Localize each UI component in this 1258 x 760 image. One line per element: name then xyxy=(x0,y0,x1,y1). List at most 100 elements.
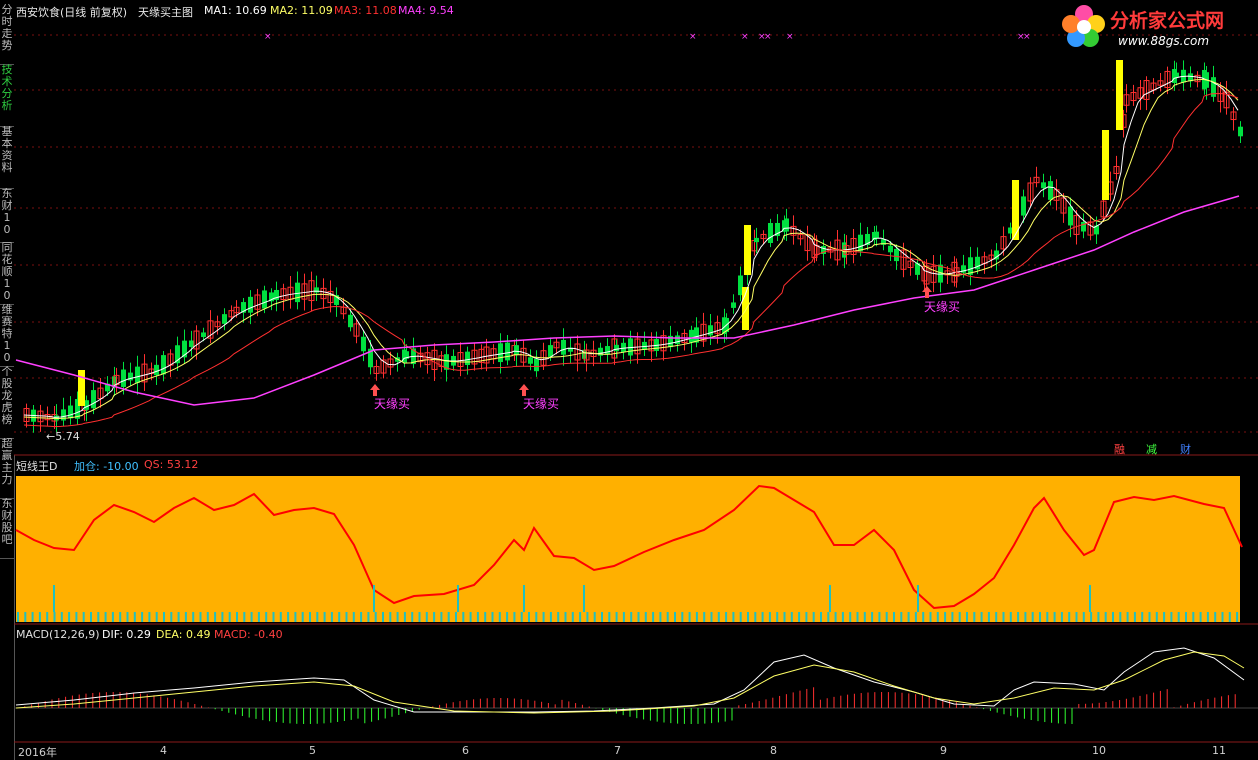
candle-body xyxy=(1068,206,1073,226)
sidebar-tab[interactable]: 技术分析 xyxy=(0,64,14,127)
candle-body xyxy=(121,369,126,387)
sidebar-tab[interactable]: 同花顺10 xyxy=(0,242,14,305)
candle-body xyxy=(1238,126,1243,137)
candle-body xyxy=(154,364,159,376)
signal-bar xyxy=(78,370,85,406)
rong-button[interactable]: 融 xyxy=(1114,441,1125,457)
macd-dea: DEA: 0.49 xyxy=(156,628,211,641)
indicator-name: 天缘买主图 xyxy=(138,6,193,19)
candle-body xyxy=(361,336,366,352)
signal-marker-icon: × xyxy=(764,32,772,42)
stock-title: 西安饮食(日线 前复权) xyxy=(16,6,128,19)
candle-body xyxy=(534,358,539,372)
signal-marker-icon: × xyxy=(264,32,272,42)
sidebar-tab[interactable]: 基本资料 xyxy=(0,126,14,189)
low-price-label: ←5.74 xyxy=(46,430,80,443)
osc-name: 短线王D xyxy=(16,460,58,473)
candle-body xyxy=(68,405,73,419)
ma2-value: MA2: 11.09 xyxy=(270,4,333,17)
signal-marker-icon: × xyxy=(689,32,697,42)
candle-body xyxy=(784,218,789,232)
candle-body xyxy=(621,342,626,353)
candle-body xyxy=(614,344,619,352)
candle-body xyxy=(605,346,610,355)
candle-body xyxy=(708,325,713,336)
candle-body xyxy=(1021,196,1026,216)
candle-body xyxy=(189,340,194,347)
xaxis-label: 5 xyxy=(309,744,316,757)
candle-body xyxy=(548,345,553,357)
logo-title: 分析家公式网 xyxy=(1110,10,1225,32)
candle-body xyxy=(514,345,519,355)
sidebar-tab[interactable]: 东财10 xyxy=(0,188,14,243)
flower-logo-icon xyxy=(1062,5,1105,47)
xaxis-label: 8 xyxy=(770,744,777,757)
candle-body xyxy=(262,290,267,309)
stock-chart-canvas[interactable]: × × × ×× × ×× xyxy=(14,0,1258,760)
osc-qs: QS: 53.12 xyxy=(144,458,199,471)
xaxis-label: 7 xyxy=(614,744,621,757)
candle-body xyxy=(528,357,533,364)
buy-signal-label-3: 天缘买 xyxy=(924,300,961,314)
left-tab-bar: 分时走势技术分析基本资料东财10同花顺10维赛特10个股龙虎榜超赢主力东财股吧 xyxy=(0,0,15,760)
sidebar-tab[interactable]: 超赢主力 xyxy=(0,438,14,499)
jian-button[interactable]: 减 xyxy=(1146,441,1157,457)
candle-body xyxy=(689,329,694,343)
oscillator-background xyxy=(16,476,1240,622)
signal-bar xyxy=(1102,130,1109,200)
candle-body xyxy=(561,339,566,355)
xaxis-label: 6 xyxy=(462,744,469,757)
candle-body xyxy=(295,282,300,303)
candle-body xyxy=(1174,72,1179,78)
candle-body xyxy=(505,342,510,361)
sidebar-tab[interactable]: 维赛特10 xyxy=(0,304,14,367)
cai-button[interactable]: 财 xyxy=(1180,441,1191,457)
signal-bar xyxy=(744,225,751,275)
candle-body xyxy=(348,314,353,328)
ma3-value: MA3: 11.08 xyxy=(334,4,397,17)
logo-url: www.88gs.com xyxy=(1118,34,1210,48)
buy-signal-label-2: 天缘买 xyxy=(523,397,560,411)
macd-dif: DIF: 0.29 xyxy=(102,628,151,641)
candle-body xyxy=(201,332,206,338)
xaxis-label: 10 xyxy=(1092,744,1106,757)
signal-marker-icon: × xyxy=(741,32,749,42)
ma1-value: MA1: 10.69 xyxy=(204,4,267,17)
macd-dea-line xyxy=(15,651,1245,714)
candle-body xyxy=(54,415,59,421)
sidebar-tab[interactable]: 分时走势 xyxy=(0,4,14,65)
xaxis-label: 4 xyxy=(160,744,167,757)
candle-body xyxy=(248,296,253,313)
xaxis-label: 11 xyxy=(1212,744,1226,757)
xaxis-label: 9 xyxy=(940,744,947,757)
ma4-value: MA4: 9.54 xyxy=(398,4,454,17)
candle-body xyxy=(754,237,759,243)
candle-body xyxy=(894,248,899,262)
candle-body xyxy=(1081,221,1086,232)
macd-value: MACD: -0.40 xyxy=(214,628,283,641)
candle-body xyxy=(731,302,736,308)
candle-body xyxy=(465,351,470,366)
candle-body xyxy=(498,343,503,363)
buy-signal-label-1: 天缘买 xyxy=(374,397,411,411)
candle-body xyxy=(135,366,140,383)
candle-body xyxy=(675,335,680,345)
candle-body xyxy=(858,234,863,252)
candle-body xyxy=(768,223,773,243)
site-logo: 分析家公式网 www.88gs.com xyxy=(1060,2,1250,54)
candle-body xyxy=(222,314,227,324)
candle-body xyxy=(1041,182,1046,189)
xaxis-label: 2016年 xyxy=(18,746,57,759)
candle-body xyxy=(1048,181,1053,200)
sidebar-tab[interactable]: 个股龙虎榜 xyxy=(0,366,14,439)
macd-dif-line xyxy=(15,647,1245,713)
candle-body xyxy=(874,231,879,239)
candle-body xyxy=(91,390,96,409)
osc-jiacang: 加仓: -10.00 xyxy=(74,460,139,473)
signal-marker-icon: × xyxy=(1023,32,1031,42)
price-panel xyxy=(14,0,1258,455)
candle-body xyxy=(888,245,893,253)
sidebar-tab[interactable]: 东财股吧 xyxy=(0,498,14,559)
macd-name: MACD(12,26,9) xyxy=(16,628,100,641)
candle-body xyxy=(161,355,166,375)
